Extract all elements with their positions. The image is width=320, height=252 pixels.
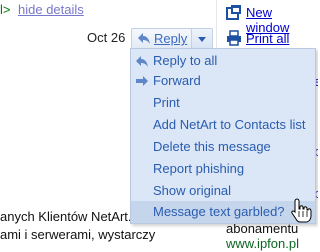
menu-item-label: Reply to all xyxy=(153,53,218,68)
menu-item-reply-to-all[interactable]: Reply to all xyxy=(131,50,315,72)
print-all-link[interactable]: Print all xyxy=(246,31,289,46)
menu-item-label: Add NetArt to Contacts list xyxy=(153,117,306,132)
hide-details-link[interactable]: hide details xyxy=(18,2,84,17)
menu-item-print[interactable]: Print xyxy=(131,92,315,114)
column-divider xyxy=(216,0,217,50)
reply-label: Reply xyxy=(154,31,188,46)
menu-item-show-original[interactable]: Show original xyxy=(131,180,315,202)
menu-item-delete-message[interactable]: Delete this message xyxy=(131,136,315,158)
menu-item-forward[interactable]: Forward xyxy=(131,70,315,92)
chevron-down-icon xyxy=(198,37,206,42)
menu-item-label: Forward xyxy=(153,73,201,88)
new-window-icon[interactable] xyxy=(226,4,242,20)
menu-item-message-text-garbled[interactable]: Message text garbled? xyxy=(131,201,315,223)
menu-item-label: Report phishing xyxy=(153,161,245,176)
reply-options-menu: Reply to all Forward Print Add NetArt to… xyxy=(130,48,316,224)
hand-cursor-icon xyxy=(291,198,312,223)
message-body-line: ami i serwerami, wystarczy xyxy=(0,227,156,242)
menu-item-add-to-contacts[interactable]: Add NetArt to Contacts list xyxy=(131,114,315,136)
menu-item-report-phishing[interactable]: Report phishing xyxy=(131,158,315,180)
message-date: Oct 26 xyxy=(87,30,126,45)
reply-options-dropdown-button[interactable] xyxy=(191,28,213,50)
menu-item-label: Delete this message xyxy=(153,139,271,154)
forward-icon xyxy=(136,76,148,86)
menu-item-label: Show original xyxy=(153,183,232,198)
reply-button[interactable]: Reply xyxy=(131,28,192,50)
menu-item-label: Print xyxy=(153,95,180,110)
message-body-line: anych Klientów NetArt. xyxy=(0,209,132,224)
reply-arrow-icon xyxy=(138,33,150,44)
gmail-message-view: l> hide details Oct 26 Reply New window … xyxy=(0,0,318,252)
reply-all-icon xyxy=(136,56,148,67)
ad-url[interactable]: www.ipfon.pl xyxy=(226,236,299,251)
printer-icon[interactable] xyxy=(226,30,242,46)
sender-fragment: l> xyxy=(0,2,11,17)
menu-item-label: Message text garbled? xyxy=(153,204,285,219)
